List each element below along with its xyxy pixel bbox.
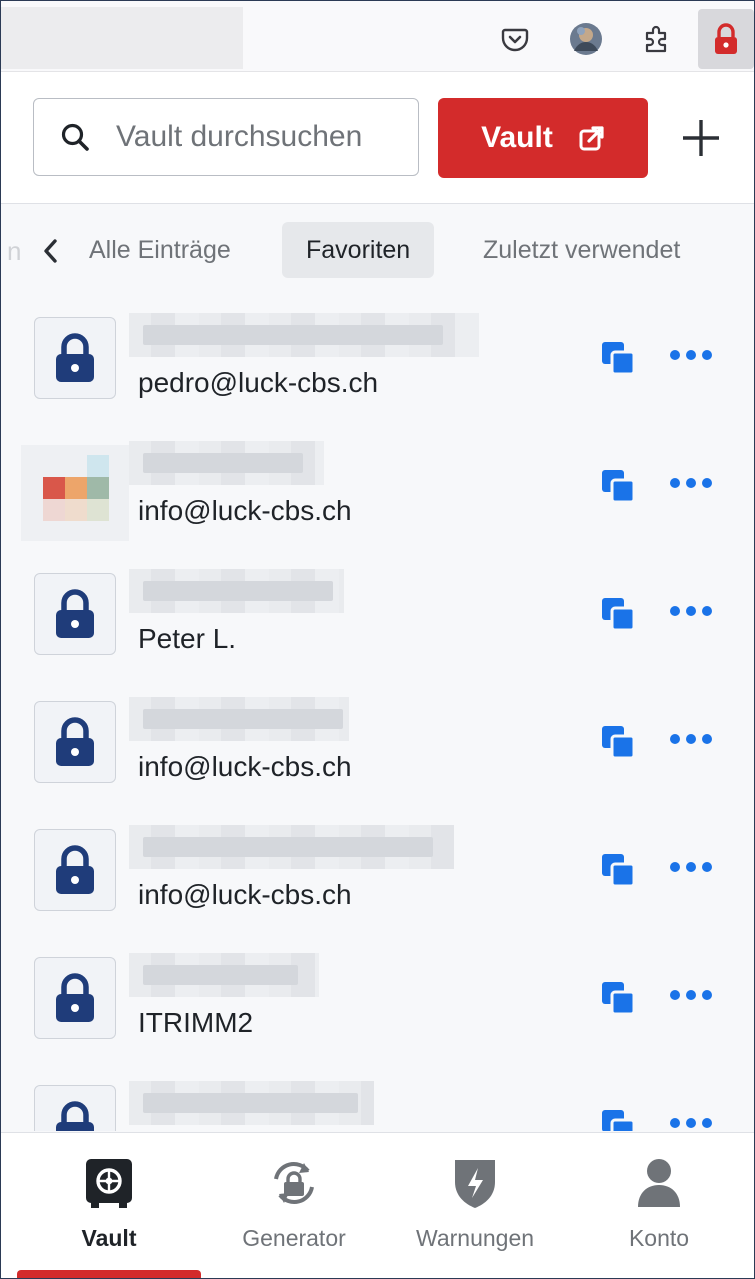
address-bar[interactable]: [1, 7, 243, 69]
more-options-icon[interactable]: [669, 732, 713, 750]
item-name-redacted: [129, 1081, 374, 1125]
list-item[interactable]: [1, 1067, 754, 1131]
copy-icon[interactable]: [599, 851, 637, 894]
copy-icon[interactable]: [599, 979, 637, 1022]
item-name-redacted: [129, 697, 349, 741]
copy-icon[interactable]: [599, 723, 637, 766]
lock-icon: [34, 1085, 116, 1131]
tab-favorites[interactable]: Favoriten: [282, 222, 435, 278]
item-username: info@luck-cbs.ch: [138, 751, 352, 782]
list-item[interactable]: info@luck-cbs.ch: [1, 683, 754, 811]
item-name-redacted: [129, 953, 319, 997]
nav-generator[interactable]: Generator: [204, 1155, 384, 1252]
nav-account[interactable]: Konto: [569, 1155, 749, 1252]
search-field[interactable]: [33, 98, 419, 176]
search-input[interactable]: [116, 120, 396, 154]
copy-icon[interactable]: [599, 595, 637, 638]
item-name-redacted: [129, 441, 324, 485]
item-name-redacted: [129, 825, 454, 869]
pocket-icon[interactable]: [487, 9, 543, 69]
chevron-left-icon[interactable]: [41, 238, 59, 269]
nav-label: Vault: [81, 1225, 137, 1251]
list-item[interactable]: pedro@luck-cbs.ch: [1, 299, 754, 427]
search-icon: [61, 123, 89, 151]
avatar[interactable]: [558, 9, 614, 69]
extensions-icon[interactable]: [629, 9, 685, 69]
list-item[interactable]: info@luck-cbs.ch: [1, 427, 754, 555]
lock-icon: [34, 829, 116, 911]
more-options-icon[interactable]: [669, 988, 713, 1006]
external-link-icon: [579, 126, 604, 151]
site-favicon: [21, 445, 129, 541]
active-tab-indicator: [17, 1270, 201, 1278]
item-username: ITRIMM2: [138, 1007, 254, 1038]
list-item[interactable]: Peter L.: [1, 555, 754, 683]
copy-icon[interactable]: [599, 467, 637, 510]
tab-overflow-fade: n: [7, 236, 22, 266]
lock-icon: [34, 701, 116, 783]
item-name-redacted: [129, 313, 479, 357]
account-icon: [569, 1155, 749, 1211]
add-item-button[interactable]: [671, 108, 731, 168]
extension-popup-frame: Vault n Alle Einträge Favoriten Zuletzt …: [0, 0, 755, 1279]
lock-icon: [34, 573, 116, 655]
more-options-icon[interactable]: [669, 348, 713, 366]
nav-label: Konto: [628, 1225, 690, 1251]
vault-button-label: Vault: [481, 121, 553, 154]
nav-label: Generator: [242, 1225, 346, 1251]
bottom-navigation: Vault Generator Warnungen Konto: [1, 1132, 754, 1278]
item-name-redacted: [129, 569, 344, 613]
item-username: info@luck-cbs.ch: [138, 879, 352, 910]
browser-toolbar: [1, 1, 754, 72]
popup-header: Vault: [1, 72, 754, 204]
more-options-icon[interactable]: [669, 476, 713, 494]
filter-tabs: n Alle Einträge Favoriten Zuletzt verwen…: [1, 204, 754, 299]
list-item[interactable]: ITRIMM2: [1, 939, 754, 1067]
tab-all-items[interactable]: Alle Einträge: [65, 222, 255, 278]
plus-icon: [683, 120, 719, 156]
item-username: info@luck-cbs.ch: [138, 495, 352, 526]
more-options-icon[interactable]: [669, 604, 713, 622]
warning-shield-icon: [385, 1155, 565, 1211]
vault-item-list: pedro@luck-cbs.ch info@luck-cbs.ch Peter…: [1, 299, 754, 1131]
item-username: pedro@luck-cbs.ch: [138, 367, 379, 398]
nav-label: Warnungen: [415, 1225, 535, 1251]
copy-icon[interactable]: [599, 1107, 637, 1131]
nav-vault[interactable]: Vault: [19, 1155, 199, 1252]
list-item[interactable]: info@luck-cbs.ch: [1, 811, 754, 939]
tab-recently-used[interactable]: Zuletzt verwendet: [459, 222, 704, 278]
open-web-vault-button[interactable]: Vault: [438, 98, 648, 178]
generator-icon: [204, 1155, 384, 1211]
vault-icon: [19, 1155, 199, 1211]
nav-warnings[interactable]: Warnungen: [385, 1155, 565, 1252]
copy-icon[interactable]: [599, 339, 637, 382]
bitwarden-lock-icon[interactable]: [698, 9, 754, 69]
lock-icon: [34, 957, 116, 1039]
item-username: Peter L.: [138, 623, 237, 654]
more-options-icon[interactable]: [669, 1116, 713, 1131]
lock-icon: [34, 317, 116, 399]
more-options-icon[interactable]: [669, 860, 713, 878]
